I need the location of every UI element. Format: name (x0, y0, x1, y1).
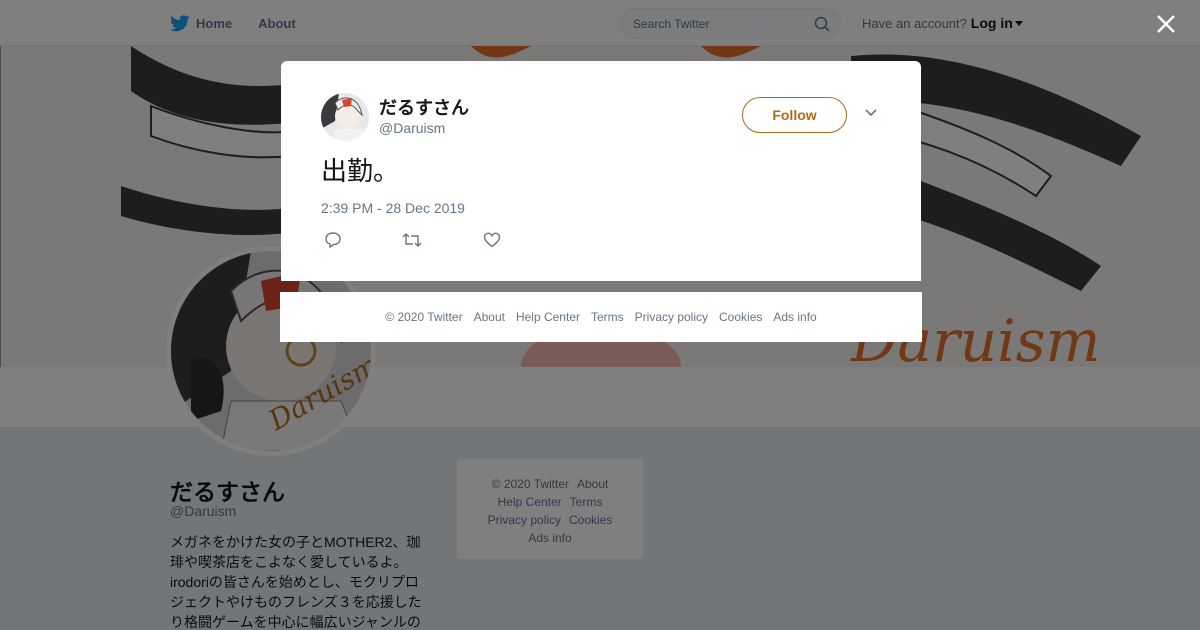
tweet-modal: だるすさん @Daruism Follow 出勤。 2:39 PM - 28 D… (281, 61, 921, 281)
reply-icon[interactable] (324, 231, 342, 249)
modal-footer-about-link[interactable]: About (474, 310, 505, 324)
tweet-author-avatar[interactable] (321, 93, 369, 141)
tweet-text: 出勤。 (321, 156, 400, 186)
like-icon[interactable] (483, 231, 501, 249)
chevron-down-icon[interactable] (864, 108, 878, 118)
modal-footer-cookies-link[interactable]: Cookies (719, 310, 762, 324)
close-icon[interactable] (1155, 13, 1177, 35)
modal-footer-copyright: © 2020 Twitter (385, 310, 463, 324)
modal-footer: © 2020 Twitter About Help Center Terms P… (280, 292, 922, 342)
retweet-icon[interactable] (402, 231, 422, 249)
modal-footer-privacy-link[interactable]: Privacy policy (635, 310, 708, 324)
modal-footer-ads-link[interactable]: Ads info (773, 310, 816, 324)
modal-footer-help-link[interactable]: Help Center (516, 310, 580, 324)
follow-button[interactable]: Follow (742, 97, 847, 133)
avatar-illustration-small (321, 93, 369, 141)
tweet-timestamp[interactable]: 2:39 PM - 28 Dec 2019 (321, 200, 465, 216)
tweet-author-name[interactable]: だるすさん (379, 94, 469, 120)
modal-footer-terms-link[interactable]: Terms (591, 310, 624, 324)
tweet-author-handle[interactable]: @Daruism (379, 120, 445, 136)
